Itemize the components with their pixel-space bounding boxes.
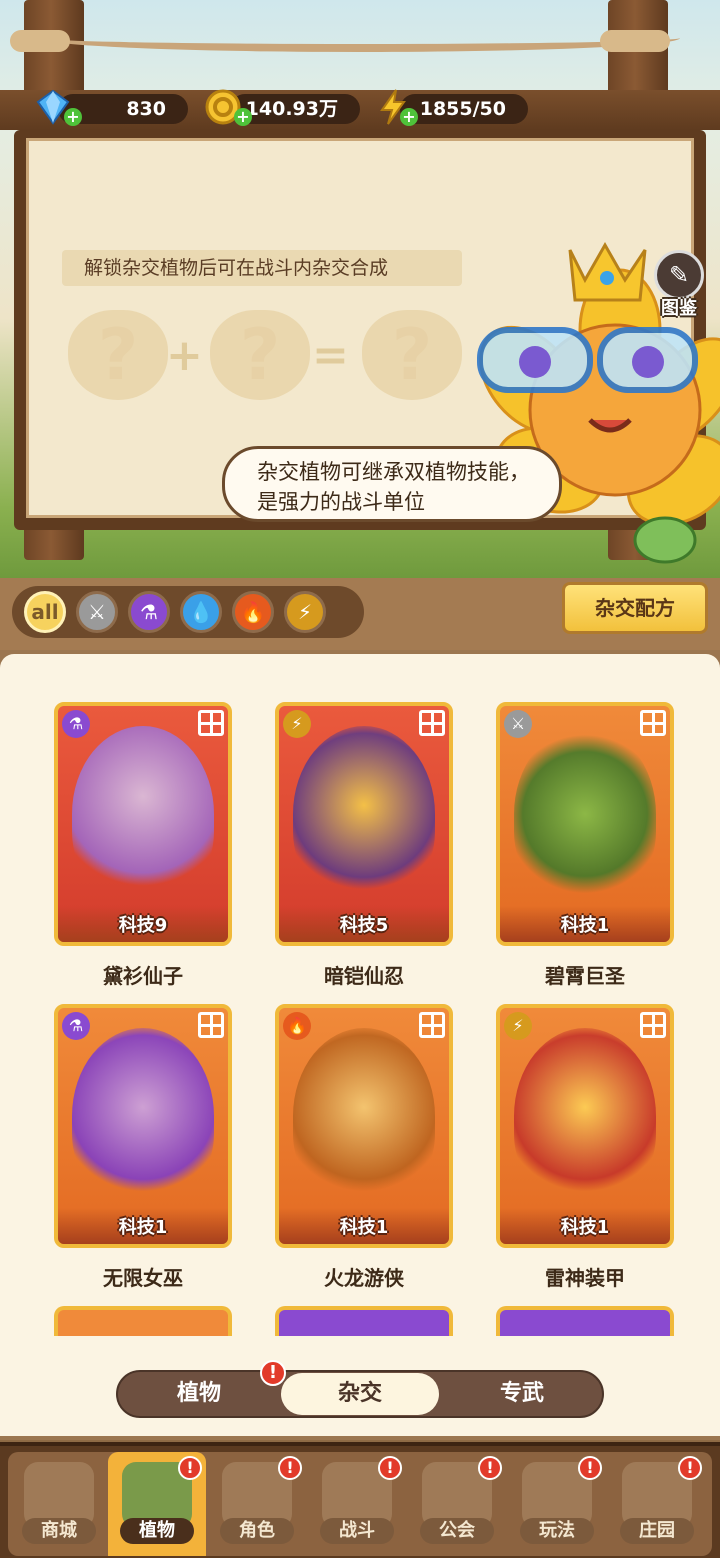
unknown-plant-icon: ? xyxy=(210,310,310,400)
energy-count: 1855/50 xyxy=(400,94,528,124)
plant-portrait xyxy=(293,1028,435,1204)
nav-label: 庄园 xyxy=(620,1518,694,1544)
nav-label: 战斗 xyxy=(320,1518,394,1544)
nav-shop[interactable]: 商城 xyxy=(10,1452,108,1556)
potion-icon: ⚗ xyxy=(140,600,158,624)
sword-icon: ⚔ xyxy=(504,710,532,738)
grid-icon xyxy=(198,710,224,736)
water-drop-icon: 💧 xyxy=(188,600,214,624)
alert-badge: ! xyxy=(178,1456,202,1480)
grid-icon xyxy=(419,1012,445,1038)
rope-knot-right xyxy=(600,30,670,52)
tech-level: 科技9 xyxy=(58,906,228,942)
tech-level: 科技1 xyxy=(500,906,670,942)
rope-knot-left xyxy=(10,30,70,52)
plant-name: 碧霄巨圣 xyxy=(545,964,625,988)
plant-portrait xyxy=(72,726,214,902)
gallery-label: 图鉴 xyxy=(661,298,697,319)
grid-icon xyxy=(640,1012,666,1038)
tech-level: 科技1 xyxy=(500,1208,670,1244)
alert-badge: ! xyxy=(578,1456,602,1480)
nav-label: 植物 xyxy=(120,1518,194,1544)
unknown-plant-icon: ? xyxy=(68,310,168,400)
alert-badge: ! xyxy=(378,1456,402,1480)
nav-label: 角色 xyxy=(220,1518,294,1544)
unlock-hint: 解锁杂交植物后可在战斗内杂交合成 xyxy=(62,250,462,286)
add-gems-button[interactable]: + xyxy=(64,108,82,126)
filter-lightning-button[interactable]: ⚡ xyxy=(284,591,326,633)
lightning-icon: ⚡ xyxy=(504,1012,532,1040)
plant-portrait xyxy=(514,1028,656,1204)
plant-card-anka[interactable]: ⚡ 科技5 xyxy=(275,702,453,946)
alert-badge: ! xyxy=(260,1360,286,1386)
rope-decoration xyxy=(40,24,680,52)
plant-name: 雷神装甲 xyxy=(545,1266,625,1290)
add-energy-button[interactable]: + xyxy=(400,108,418,126)
gallery-button[interactable]: ✎ 图鉴 xyxy=(648,250,710,322)
add-coins-button[interactable]: + xyxy=(234,108,252,126)
plant-card-wuxian[interactable]: ⚗ 科技1 xyxy=(54,1004,232,1248)
potion-icon: ⚗ xyxy=(62,710,90,738)
tab-hybrid[interactable]: 杂交 xyxy=(281,1373,439,1415)
plant-card-huolong[interactable]: 🔥 科技1 xyxy=(275,1004,453,1248)
plant-card-daishan[interactable]: ⚗ 科技9 xyxy=(54,702,232,946)
nav-characters[interactable]: 角色 ! xyxy=(208,1452,306,1556)
plant-card-leishen[interactable]: ⚡ 科技1 xyxy=(496,1004,674,1248)
plant-card-bixiao[interactable]: ⚔ 科技1 xyxy=(496,702,674,946)
unknown-plant-icon: ? xyxy=(362,310,462,400)
plant-name: 火龙游侠 xyxy=(324,1266,404,1290)
nav-label: 公会 xyxy=(420,1518,494,1544)
filter-sword-button[interactable]: ⚔ xyxy=(76,591,118,633)
plant-portrait xyxy=(293,726,435,902)
nav-plants[interactable]: 植物 ! xyxy=(108,1452,206,1556)
nav-label: 玩法 xyxy=(520,1518,594,1544)
plant-name: 黛衫仙子 xyxy=(103,964,183,988)
hybrid-recipe-button[interactable]: 杂交配方 xyxy=(562,582,708,634)
nav-manor[interactable]: 庄园 ! xyxy=(608,1452,706,1556)
plant-card-partial[interactable] xyxy=(275,1306,453,1336)
nav-battle[interactable]: 战斗 ! xyxy=(308,1452,406,1556)
speech-bubble: 杂交植物可继承双植物技能，是强力的战斗单位 xyxy=(222,446,562,522)
tech-level: 科技1 xyxy=(58,1208,228,1244)
tech-level: 科技5 xyxy=(279,906,449,942)
alert-badge: ! xyxy=(278,1456,302,1480)
plus-sign: + xyxy=(166,330,203,381)
gallery-icon: ✎ xyxy=(654,250,704,300)
grid-icon xyxy=(640,710,666,736)
filter-fire-button[interactable]: 🔥 xyxy=(232,591,274,633)
plant-portrait xyxy=(514,726,656,902)
plant-name: 暗铠仙忍 xyxy=(324,964,404,988)
fire-icon: 🔥 xyxy=(283,1012,311,1040)
nav-guild[interactable]: 公会 ! xyxy=(408,1452,506,1556)
tab-exclusive-weapon[interactable]: 专武 xyxy=(443,1373,601,1415)
plant-portrait xyxy=(72,1028,214,1204)
fire-icon: 🔥 xyxy=(240,600,266,624)
sword-icon: ⚔ xyxy=(88,600,106,624)
plant-name: 无限女巫 xyxy=(103,1266,183,1290)
tech-level: 科技1 xyxy=(279,1208,449,1244)
grid-icon xyxy=(419,710,445,736)
potion-icon: ⚗ xyxy=(62,1012,90,1040)
plant-card-partial[interactable] xyxy=(54,1306,232,1336)
nav-gameplay[interactable]: 玩法 ! xyxy=(508,1452,606,1556)
tab-plants[interactable]: 植物 xyxy=(120,1373,278,1415)
alert-badge: ! xyxy=(678,1456,702,1480)
filter-potion-button[interactable]: ⚗ xyxy=(128,591,170,633)
equals-sign: = xyxy=(312,330,349,381)
plant-card-partial[interactable] xyxy=(496,1306,674,1336)
filter-water-button[interactable]: 💧 xyxy=(180,591,222,633)
nav-label: 商城 xyxy=(22,1518,96,1544)
lightning-icon: ⚡ xyxy=(297,600,313,624)
lightning-icon: ⚡ xyxy=(283,710,311,738)
filter-all-button[interactable]: all xyxy=(24,591,66,633)
alert-badge: ! xyxy=(478,1456,502,1480)
grid-icon xyxy=(198,1012,224,1038)
